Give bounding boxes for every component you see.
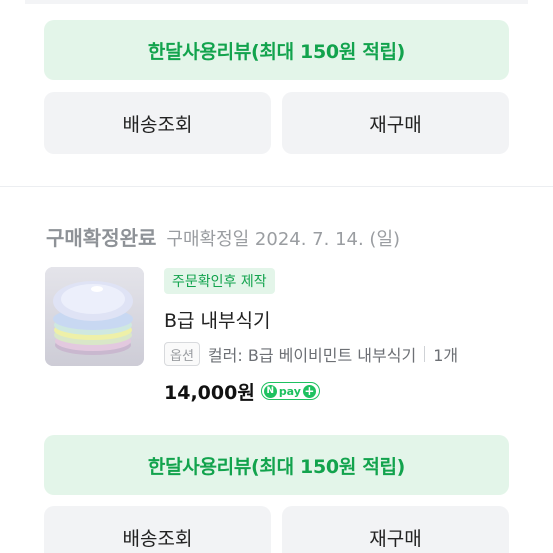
order-history-page: 한달사용리뷰(최대 150원 적립) 배송조회 재구매 구매확정완료 구매확정일… [0,0,553,553]
previous-card-edge [25,0,528,4]
stacked-plates-image [45,267,144,366]
price: 14,000원 [164,381,255,404]
option-separator [424,346,426,362]
order-status: 구매확정완료 구매확정일 2024. 7. 14. (일) [46,222,400,256]
option-text: 컬러: B급 베이비민트 내부식기 [207,346,417,365]
rebuy-button[interactable]: 재구매 [282,92,509,154]
option-row: 옵션 컬러: B급 베이비민트 내부식기 1개 [164,341,458,367]
delivery-tracking-button[interactable]: 배송조회 [44,506,271,553]
npay-badge: N pay + [260,382,320,400]
section-divider [0,186,553,187]
purchase-status-label: 구매확정완료 [46,226,157,250]
product-name[interactable]: B급 내부식기 [164,306,270,333]
monthly-review-button[interactable]: 한달사용리뷰(최대 150원 적립) [44,435,509,495]
plus-icon: + [302,383,316,398]
option-chip: 옵션 [164,342,200,366]
made-to-order-badge: 주문확인후 제작 [164,268,275,294]
naver-n-icon: N [263,384,277,398]
quantity: 1개 [433,346,459,365]
delivery-tracking-button[interactable]: 배송조회 [44,92,271,154]
price-row: 14,000원 N pay + [164,376,320,406]
purchase-confirm-date: 구매확정일 2024. 7. 14. (일) [166,229,401,250]
monthly-review-button[interactable]: 한달사용리뷰(최대 150원 적립) [44,20,509,80]
npay-label: pay [278,384,301,398]
rebuy-button[interactable]: 재구매 [282,506,509,553]
product-thumbnail[interactable] [45,267,144,366]
